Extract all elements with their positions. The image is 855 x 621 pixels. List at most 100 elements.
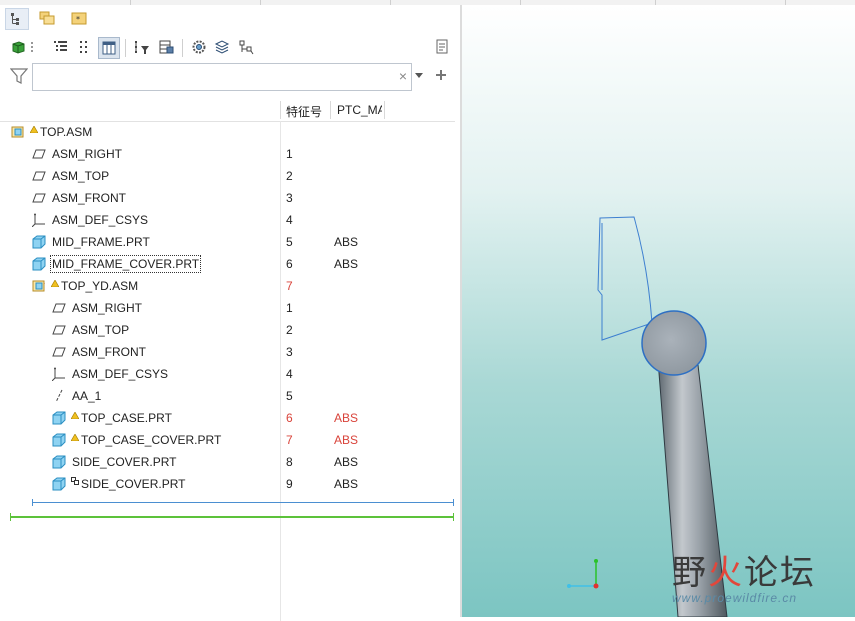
datum-plane-icon bbox=[52, 301, 66, 315]
tree-row[interactable]: AA_1 5 bbox=[0, 385, 455, 407]
table-settings-icon bbox=[159, 40, 174, 54]
grip-icon bbox=[31, 42, 33, 52]
cube-green-icon bbox=[12, 41, 25, 54]
tree-row[interactable]: TOP_CASE_COVER.PRT 7 ABS bbox=[0, 429, 455, 451]
column-ptc-material[interactable]: PTC_MA bbox=[337, 103, 382, 117]
document-icon bbox=[436, 39, 448, 54]
tree-item-label: MID_FRAME_COVER.PRT bbox=[49, 255, 202, 273]
model-graphics bbox=[567, 216, 728, 617]
feature-number: 2 bbox=[286, 323, 293, 337]
watermark-url: www.proewildfire.cn bbox=[672, 591, 798, 605]
feature-number: 3 bbox=[286, 345, 293, 359]
tree-row[interactable]: ASM_DEF_CSYS 4 bbox=[0, 363, 455, 385]
plus-icon[interactable] bbox=[435, 69, 447, 81]
tree-row[interactable]: ASM_RIGHT 1 bbox=[0, 143, 455, 165]
folder-browser-icon bbox=[39, 11, 55, 25]
search-row: × bbox=[0, 63, 460, 93]
feature-number: 3 bbox=[286, 191, 293, 205]
tree-row[interactable]: ASM_FRONT 3 bbox=[0, 187, 455, 209]
show-button[interactable] bbox=[8, 37, 28, 57]
gear-icon bbox=[192, 40, 206, 54]
axis-icon bbox=[52, 389, 66, 403]
part-icon bbox=[32, 235, 46, 249]
ptc-material-value: ABS bbox=[334, 235, 359, 249]
tree-row[interactable]: ASM_TOP 2 bbox=[0, 165, 455, 187]
tab-model-tree[interactable] bbox=[5, 8, 29, 30]
tree-row[interactable]: ASM_RIGHT 1 bbox=[0, 297, 455, 319]
notes-button[interactable] bbox=[432, 37, 452, 57]
warning-icon bbox=[70, 408, 80, 422]
tree-row[interactable]: ASM_FRONT 3 bbox=[0, 341, 455, 363]
tree-settings-button[interactable] bbox=[156, 37, 176, 57]
favorites-folder-icon: * bbox=[71, 12, 87, 25]
tree-column-header: 特征号 PTC_MA bbox=[0, 99, 455, 122]
columns-icon bbox=[102, 41, 116, 55]
settings-button[interactable] bbox=[189, 37, 209, 57]
tree-item-label: ASM_DEF_CSYS bbox=[72, 367, 169, 381]
column-feature-id[interactable]: 特征号 bbox=[286, 103, 322, 120]
search-field[interactable]: × bbox=[32, 63, 412, 91]
tree-item-label: ASM_FRONT bbox=[72, 345, 147, 359]
tree-row[interactable]: ASM_TOP 2 bbox=[0, 319, 455, 341]
ptc-material-value: ABS bbox=[334, 433, 359, 447]
ptc-material-value: ABS bbox=[334, 477, 359, 491]
tree-item-label: TOP_CASE_COVER.PRT bbox=[81, 433, 222, 447]
feature-number: 2 bbox=[286, 169, 293, 183]
dropdown-handle[interactable] bbox=[28, 37, 36, 57]
ptc-material-value: ABS bbox=[334, 455, 359, 469]
columns-button[interactable] bbox=[98, 37, 120, 59]
dotted-list-icon bbox=[80, 41, 87, 53]
tab-favorites[interactable]: * bbox=[68, 8, 90, 28]
datum-plane-icon bbox=[32, 169, 46, 183]
part-icon bbox=[52, 455, 66, 469]
tree-filter-icon bbox=[135, 41, 149, 54]
model-tree-icon bbox=[11, 13, 19, 25]
datum-plane-icon bbox=[52, 323, 66, 337]
tree-toolbar bbox=[0, 35, 460, 61]
layers-button[interactable] bbox=[212, 37, 232, 57]
warning-icon bbox=[70, 430, 80, 444]
collapse-all-button[interactable] bbox=[74, 37, 94, 57]
part-icon bbox=[52, 411, 66, 425]
tree-filters-button[interactable] bbox=[132, 37, 152, 57]
insert-here-button[interactable] bbox=[236, 37, 256, 57]
tree-row[interactable]: TOP_CASE.PRT 6 ABS bbox=[0, 407, 455, 429]
tree-item-label: TOP_YD.ASM bbox=[61, 279, 139, 293]
tree-row[interactable]: MID_FRAME.PRT 5 ABS bbox=[0, 231, 455, 253]
expand-all-button[interactable] bbox=[50, 37, 70, 57]
tree-row[interactable]: TOP.ASM bbox=[0, 121, 455, 143]
tree-row[interactable]: SIDE_COVER.PRT 8 ABS bbox=[0, 451, 455, 473]
warning-icon bbox=[50, 276, 60, 290]
part-icon bbox=[52, 433, 66, 447]
tree-row[interactable]: MID_FRAME_COVER.PRT 6 ABS bbox=[0, 253, 455, 275]
tree-item-label: ASM_DEF_CSYS bbox=[52, 213, 149, 227]
tree-item-label: TOP_CASE.PRT bbox=[81, 411, 172, 425]
feature-number: 7 bbox=[286, 279, 293, 293]
tree-item-label: SIDE_COVER.PRT bbox=[72, 455, 177, 469]
tree-row[interactable]: TOP_YD.ASM 7 bbox=[0, 275, 455, 297]
tree-row[interactable]: ASM_DEF_CSYS 4 bbox=[0, 209, 455, 231]
tab-folder-browser[interactable] bbox=[36, 8, 58, 28]
tree-item-label: ASM_RIGHT bbox=[72, 301, 143, 315]
feature-number: 5 bbox=[286, 235, 293, 249]
inheritance-icon bbox=[71, 474, 79, 488]
tree-item-label: ASM_TOP bbox=[72, 323, 130, 337]
clear-search-icon[interactable]: × bbox=[399, 69, 407, 83]
filter-icon bbox=[10, 68, 28, 84]
list-tree-icon bbox=[54, 41, 67, 51]
feature-number: 7 bbox=[286, 433, 293, 447]
ptc-material-value: ABS bbox=[334, 411, 359, 425]
tree-row[interactable]: SIDE_COVER.PRT 9 ABS bbox=[0, 473, 455, 495]
chevron-down-icon[interactable] bbox=[415, 73, 424, 79]
feature-number: 4 bbox=[286, 213, 293, 227]
assembly-icon bbox=[32, 279, 46, 293]
part-icon bbox=[32, 257, 46, 271]
datum-plane-icon bbox=[52, 345, 66, 359]
csys-icon bbox=[31, 213, 46, 228]
feature-number: 4 bbox=[286, 367, 293, 381]
search-input[interactable] bbox=[37, 66, 396, 90]
insert-here-marker[interactable] bbox=[32, 499, 454, 506]
graphics-viewport[interactable]: 野火论坛 www.proewildfire.cn bbox=[462, 5, 855, 617]
datum-plane-icon bbox=[32, 147, 46, 161]
tree-item-label: AA_1 bbox=[72, 389, 102, 403]
